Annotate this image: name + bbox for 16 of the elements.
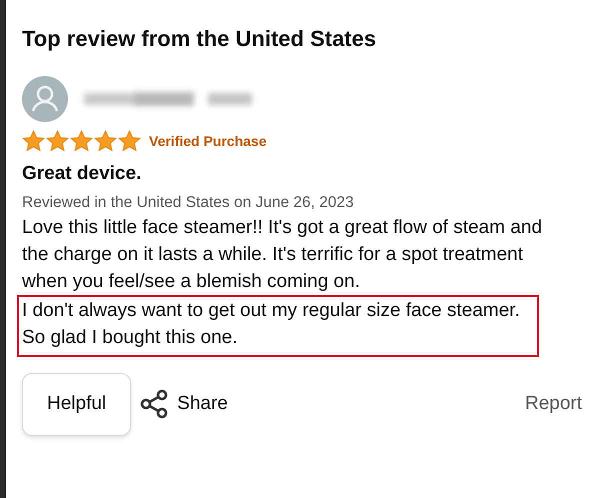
verified-purchase-label: Verified Purchase [149,132,267,151]
avatar-icon [22,76,68,122]
star-icon [22,130,45,152]
review-date: Reviewed in the United States on June 26, 2023 [22,192,355,213]
helpful-button[interactable]: Helpful [22,373,132,436]
review-title: Great device. [22,162,142,186]
review-text: Love this little face steamer!! It's got a great flow of steam and the charge on it lasts a while. It's terrific for a spot treatment when you feel/see a blemish coming on. [22,216,544,294]
share-button[interactable]: Share [139,389,228,420]
star-icon [70,130,93,152]
highlighted-text: I don't always want to get out my regular size face steamer. So glad I bought this one. [17,295,539,358]
star-icon [94,130,117,152]
star-icon [118,130,141,152]
report-link[interactable]: Report [524,390,582,419]
section-heading: Top review from the United States [22,26,378,52]
star-icon [46,130,69,152]
share-icon [139,389,170,420]
